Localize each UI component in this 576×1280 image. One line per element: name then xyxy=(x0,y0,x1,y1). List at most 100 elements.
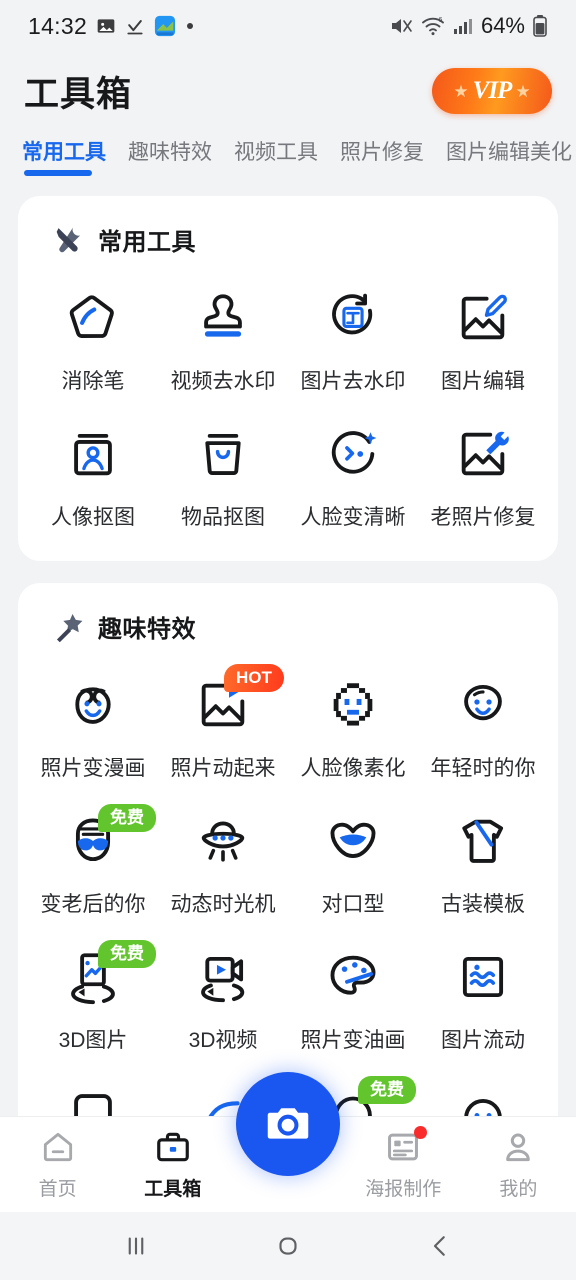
battery-percent-label: 64% xyxy=(480,13,525,38)
tool-label: 年轻时的你 xyxy=(430,757,536,780)
nav-label: 我的 xyxy=(499,1179,538,1200)
tool-label: 动态时光机 xyxy=(170,893,276,916)
tab-image-beautify[interactable]: 图片编辑美化 xyxy=(446,136,572,176)
tool-older-you[interactable]: 免费 变老后的你 xyxy=(28,786,158,922)
tool-photo-to-oil-painting[interactable]: 照片变油画 xyxy=(288,922,418,1058)
nav-label: 工具箱 xyxy=(144,1179,202,1200)
tool-eraser-pen[interactable]: 消除笔 xyxy=(28,263,158,399)
star-icon: ★ xyxy=(453,81,469,101)
tool-label: 3D视频 xyxy=(188,1029,258,1052)
section-header: 常用工具 xyxy=(28,218,548,263)
eraser-pen-icon xyxy=(60,285,126,351)
tool-label: 图片编辑 xyxy=(441,370,525,393)
tool-lip-sync[interactable]: 对口型 xyxy=(288,786,418,922)
palette-icon xyxy=(320,944,386,1010)
tab-fun-effects[interactable]: 趣味特效 xyxy=(128,136,212,176)
video-3d-icon xyxy=(190,944,256,1010)
tool-label: 老照片修复 xyxy=(430,506,536,529)
download-complete-icon xyxy=(127,20,143,35)
cartoon-face-icon xyxy=(60,672,126,738)
tab-label: 常用工具 xyxy=(22,141,106,164)
ufo-icon xyxy=(190,808,256,874)
tool-object-cutout[interactable]: 物品抠图 xyxy=(158,399,288,535)
tab-label: 图片编辑美化 xyxy=(446,141,572,164)
app-screen: 14:32 6 64% 工具箱 ★ VIP ★ 常用工具 趣味特效 视频工具 照… xyxy=(0,0,576,1280)
android-navigation-bar xyxy=(0,1212,576,1280)
status-bar-clock: 14:32 xyxy=(28,12,88,39)
nav-item-home[interactable]: 首页 xyxy=(0,1128,115,1201)
back-icon[interactable] xyxy=(405,1212,475,1280)
nav-label: 首页 xyxy=(38,1179,77,1200)
tool-grid: 消除笔 视频去水印 图片去水印 图片编辑 人像抠图 物品抠图 人脸变清晰 老照片… xyxy=(28,263,548,535)
tool-label: 人像抠图 xyxy=(51,506,135,529)
status-bar-right: 6 64% xyxy=(390,13,548,39)
tab-label: 趣味特效 xyxy=(128,141,212,164)
badge-hot: HOT xyxy=(224,664,284,692)
recents-icon[interactable] xyxy=(101,1212,171,1280)
tool-image-edit[interactable]: 图片编辑 xyxy=(418,263,548,399)
tool-video-watermark-remove[interactable]: 视频去水印 xyxy=(158,263,288,399)
tool-3d-video[interactable]: 3D视频 xyxy=(158,922,288,1058)
home-circle-icon[interactable] xyxy=(253,1212,323,1280)
page-title: 工具箱 xyxy=(24,74,133,114)
camera-icon xyxy=(267,1108,309,1139)
tool-label: 3D图片 xyxy=(58,1029,128,1052)
dot-icon xyxy=(187,23,194,29)
tool-face-enhance[interactable]: 人脸变清晰 xyxy=(288,399,418,535)
nav-item-poster[interactable]: 海报制作 xyxy=(346,1126,461,1201)
tool-label: 图片去水印 xyxy=(300,370,406,393)
tab-video-tools[interactable]: 视频工具 xyxy=(234,136,318,176)
nav-item-mine[interactable]: 我的 xyxy=(461,1128,576,1201)
pixel-face-icon xyxy=(320,672,386,738)
tool-image-flow[interactable]: 图片流动 xyxy=(418,922,548,1058)
tool-3d-photo[interactable]: 免费 3D图片 xyxy=(28,922,158,1058)
wrench-screwdriver-icon xyxy=(56,227,81,252)
tool-old-photo-repair[interactable]: 老照片修复 xyxy=(418,399,548,535)
photo-repair-icon xyxy=(450,421,516,487)
tool-hanfu-template[interactable]: 古装模板 xyxy=(418,786,548,922)
notification-dot xyxy=(413,1126,427,1139)
status-bar: 14:32 6 64% xyxy=(0,0,576,52)
camera-fab-button[interactable] xyxy=(236,1072,340,1176)
vip-badge-button[interactable]: ★ VIP ★ xyxy=(432,68,552,114)
tool-time-machine[interactable]: 动态时光机 xyxy=(158,786,288,922)
badge-free: 免费 xyxy=(98,804,156,832)
tool-label: 变老后的你 xyxy=(40,893,146,916)
tool-younger-you[interactable]: 年轻时的你 xyxy=(418,650,548,786)
tab-photo-repair[interactable]: 照片修复 xyxy=(340,136,424,176)
magic-wand-icon xyxy=(56,613,83,642)
seal-circle-icon xyxy=(320,285,386,351)
tool-label: 物品抠图 xyxy=(181,506,265,529)
flow-image-icon xyxy=(450,944,516,1010)
lips-icon xyxy=(320,808,386,874)
category-tabs: 常用工具 趣味特效 视频工具 照片修复 图片编辑美化 拼图 xyxy=(0,130,576,186)
photo-3d-icon: 免费 xyxy=(60,940,156,1010)
mute-icon xyxy=(391,19,412,33)
section-card-common-tools: 常用工具 消除笔 视频去水印 图片去水印 图片编辑 人像抠图 物品抠图 人脸变清… xyxy=(18,196,558,561)
tool-photo-animate[interactable]: HOT 照片动起来 xyxy=(158,650,288,786)
tool-label: 对口型 xyxy=(321,893,385,916)
tool-label: 消除笔 xyxy=(61,370,125,393)
vip-label: VIP xyxy=(472,77,513,104)
nav-item-toolbox[interactable]: 工具箱 xyxy=(115,1128,230,1201)
tool-label: 人脸变清晰 xyxy=(300,506,406,529)
signal-icon xyxy=(453,19,472,34)
badge-free: 免费 xyxy=(358,1076,416,1104)
tool-label: 视频去水印 xyxy=(170,370,276,393)
tool-portrait-cutout[interactable]: 人像抠图 xyxy=(28,399,158,535)
tab-label: 视频工具 xyxy=(234,141,318,164)
tab-common-tools[interactable]: 常用工具 xyxy=(22,136,106,176)
image-edit-icon xyxy=(450,285,516,351)
tool-photo-to-cartoon[interactable]: 照片变漫画 xyxy=(28,650,158,786)
tool-face-pixelate[interactable]: 人脸像素化 xyxy=(288,650,418,786)
home-icon xyxy=(43,1132,72,1162)
face-enhance-icon xyxy=(320,421,386,487)
cleaner-app-icon xyxy=(154,15,176,37)
toolbox-icon xyxy=(156,1132,189,1162)
svg-text:6: 6 xyxy=(438,17,442,24)
section-header: 趣味特效 xyxy=(28,605,548,650)
wifi-icon: 6 xyxy=(422,17,444,36)
tool-image-watermark-remove[interactable]: 图片去水印 xyxy=(288,263,418,399)
nav-label: 海报制作 xyxy=(365,1179,442,1200)
star-icon: ★ xyxy=(515,81,531,101)
